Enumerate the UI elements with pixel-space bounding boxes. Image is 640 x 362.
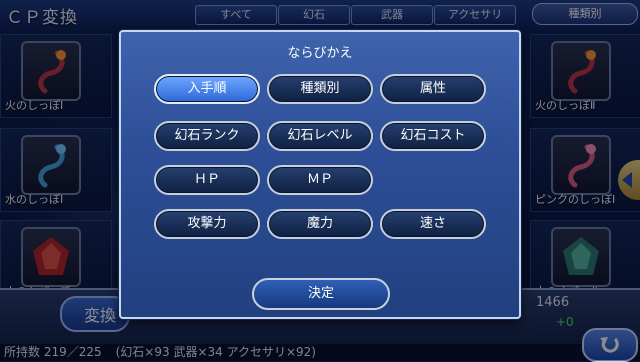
sort-option-hp[interactable]: ＨＰ — [154, 165, 260, 195]
sort-option-gem-rank[interactable]: 幻石ランク — [154, 121, 260, 151]
sort-option-type[interactable]: 種類別 — [267, 74, 373, 104]
sort-option-attack[interactable]: 攻撃力 — [154, 209, 260, 239]
sort-option-acquisition[interactable]: 入手順 — [154, 74, 260, 104]
sort-option-speed[interactable]: 速さ — [380, 209, 486, 239]
sort-option-gem-cost[interactable]: 幻石コスト — [380, 121, 486, 151]
sort-option-attribute[interactable]: 属性 — [380, 74, 486, 104]
dialog-title: ならびかえ — [287, 46, 353, 61]
confirm-button[interactable]: 決定 — [252, 278, 390, 310]
sort-option-magic[interactable]: 魔力 — [267, 209, 373, 239]
sort-option-gem-level[interactable]: 幻石レベル — [267, 121, 373, 151]
sort-dialog: ならびかえ 入手順 種類別 属性 幻石ランク 幻石レベル 幻石コスト ＨＰ ＭＰ… — [119, 30, 521, 319]
sort-option-mp[interactable]: ＭＰ — [267, 165, 373, 195]
